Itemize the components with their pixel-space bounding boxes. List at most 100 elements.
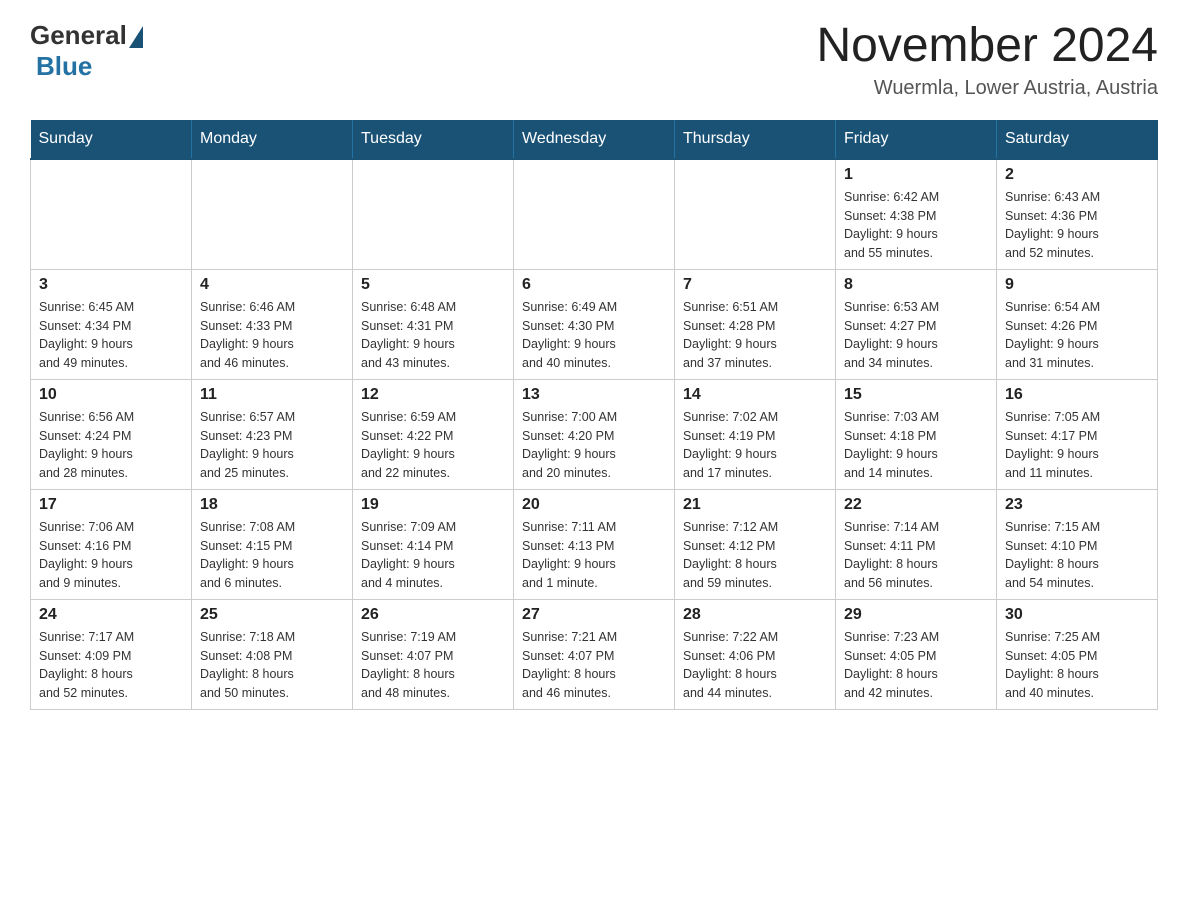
week-row-2: 3Sunrise: 6:45 AMSunset: 4:34 PMDaylight… <box>31 269 1158 379</box>
day-number: 26 <box>361 606 505 624</box>
calendar-cell <box>31 159 192 270</box>
calendar-cell: 7 Sunrise: 6:51 AMSunset: 4:28 PMDaylight… <box>675 269 836 379</box>
day-number: 3 <box>39 276 183 294</box>
day-number: 22 <box>844 496 988 514</box>
day-number: 7 <box>683 276 827 294</box>
calendar-header: SundayMondayTuesdayWednesdayThursdayFrid… <box>31 120 1158 159</box>
day-number: 23 <box>1005 496 1149 514</box>
calendar-cell: 10 Sunrise: 6:56 AMSunset: 4:24 PMDayligh… <box>31 379 192 489</box>
day-info: Sunrise: 6:59 AMSunset: 4:22 PMDaylight:… <box>361 408 505 483</box>
day-header-sunday: Sunday <box>31 120 192 159</box>
logo-general-text: General <box>30 20 127 51</box>
day-info: Sunrise: 7:00 AMSunset: 4:20 PMDaylight:… <box>522 408 666 483</box>
logo-triangle-icon <box>129 26 143 48</box>
day-number: 19 <box>361 496 505 514</box>
calendar-body: 1 Sunrise: 6:42 AMSunset: 4:38 PMDaylight… <box>31 159 1158 710</box>
day-header-tuesday: Tuesday <box>353 120 514 159</box>
day-info: Sunrise: 6:51 AMSunset: 4:28 PMDaylight:… <box>683 298 827 373</box>
calendar-cell: 21 Sunrise: 7:12 AMSunset: 4:12 PMDayligh… <box>675 489 836 599</box>
day-info: Sunrise: 7:09 AMSunset: 4:14 PMDaylight:… <box>361 518 505 593</box>
calendar-cell: 18 Sunrise: 7:08 AMSunset: 4:15 PMDayligh… <box>192 489 353 599</box>
day-number: 25 <box>200 606 344 624</box>
day-info: Sunrise: 7:12 AMSunset: 4:12 PMDaylight:… <box>683 518 827 593</box>
calendar-cell: 13 Sunrise: 7:00 AMSunset: 4:20 PMDayligh… <box>514 379 675 489</box>
day-info: Sunrise: 7:11 AMSunset: 4:13 PMDaylight:… <box>522 518 666 593</box>
calendar-cell: 23 Sunrise: 7:15 AMSunset: 4:10 PMDayligh… <box>997 489 1158 599</box>
day-number: 2 <box>1005 166 1149 184</box>
calendar-cell: 24Sunrise: 7:17 AMSunset: 4:09 PMDayligh… <box>31 599 192 709</box>
day-info: Sunrise: 6:53 AMSunset: 4:27 PMDaylight:… <box>844 298 988 373</box>
calendar-cell: 22Sunrise: 7:14 AMSunset: 4:11 PMDayligh… <box>836 489 997 599</box>
week-row-3: 10 Sunrise: 6:56 AMSunset: 4:24 PMDayligh… <box>31 379 1158 489</box>
logo-blue-text: Blue <box>36 51 92 81</box>
day-number: 12 <box>361 386 505 404</box>
day-number: 9 <box>1005 276 1149 294</box>
day-number: 11 <box>200 386 344 404</box>
calendar-cell <box>675 159 836 270</box>
days-header-row: SundayMondayTuesdayWednesdayThursdayFrid… <box>31 120 1158 159</box>
day-header-friday: Friday <box>836 120 997 159</box>
page-subtitle: Wuermla, Lower Austria, Austria <box>816 77 1158 100</box>
week-row-4: 17 Sunrise: 7:06 AMSunset: 4:16 PMDayligh… <box>31 489 1158 599</box>
calendar-table: SundayMondayTuesdayWednesdayThursdayFrid… <box>30 120 1158 710</box>
title-area: November 2024 Wuermla, Lower Austria, Au… <box>816 20 1158 100</box>
day-info: Sunrise: 7:19 AMSunset: 4:07 PMDaylight:… <box>361 628 505 703</box>
day-number: 15 <box>844 386 988 404</box>
calendar-cell: 29Sunrise: 7:23 AMSunset: 4:05 PMDayligh… <box>836 599 997 709</box>
day-number: 10 <box>39 386 183 404</box>
calendar-cell <box>192 159 353 270</box>
day-header-saturday: Saturday <box>997 120 1158 159</box>
day-info: Sunrise: 7:06 AMSunset: 4:16 PMDaylight:… <box>39 518 183 593</box>
day-number: 1 <box>844 166 988 184</box>
calendar-cell: 11Sunrise: 6:57 AMSunset: 4:23 PMDayligh… <box>192 379 353 489</box>
day-number: 8 <box>844 276 988 294</box>
calendar-cell: 8 Sunrise: 6:53 AMSunset: 4:27 PMDaylight… <box>836 269 997 379</box>
day-number: 14 <box>683 386 827 404</box>
calendar-cell: 4Sunrise: 6:46 AMSunset: 4:33 PMDaylight… <box>192 269 353 379</box>
day-header-monday: Monday <box>192 120 353 159</box>
calendar-cell: 28Sunrise: 7:22 AMSunset: 4:06 PMDayligh… <box>675 599 836 709</box>
day-number: 24 <box>39 606 183 624</box>
day-number: 27 <box>522 606 666 624</box>
day-info: Sunrise: 7:15 AMSunset: 4:10 PMDaylight:… <box>1005 518 1149 593</box>
day-number: 16 <box>1005 386 1149 404</box>
calendar-cell: 19 Sunrise: 7:09 AMSunset: 4:14 PMDayligh… <box>353 489 514 599</box>
header: General Blue November 2024 Wuermla, Lowe… <box>30 20 1158 100</box>
day-info: Sunrise: 7:23 AMSunset: 4:05 PMDaylight:… <box>844 628 988 703</box>
day-info: Sunrise: 6:49 AMSunset: 4:30 PMDaylight:… <box>522 298 666 373</box>
calendar-cell: 25Sunrise: 7:18 AMSunset: 4:08 PMDayligh… <box>192 599 353 709</box>
calendar-cell <box>353 159 514 270</box>
day-header-wednesday: Wednesday <box>514 120 675 159</box>
day-number: 13 <box>522 386 666 404</box>
calendar-cell: 27 Sunrise: 7:21 AMSunset: 4:07 PMDayligh… <box>514 599 675 709</box>
calendar-cell <box>514 159 675 270</box>
calendar-cell: 1 Sunrise: 6:42 AMSunset: 4:38 PMDaylight… <box>836 159 997 270</box>
calendar-cell: 17 Sunrise: 7:06 AMSunset: 4:16 PMDayligh… <box>31 489 192 599</box>
day-number: 6 <box>522 276 666 294</box>
day-info: Sunrise: 7:08 AMSunset: 4:15 PMDaylight:… <box>200 518 344 593</box>
day-info: Sunrise: 6:56 AMSunset: 4:24 PMDaylight:… <box>39 408 183 483</box>
calendar-cell: 3Sunrise: 6:45 AMSunset: 4:34 PMDaylight… <box>31 269 192 379</box>
day-info: Sunrise: 6:42 AMSunset: 4:38 PMDaylight:… <box>844 188 988 263</box>
day-info: Sunrise: 7:03 AMSunset: 4:18 PMDaylight:… <box>844 408 988 483</box>
calendar-cell: 14 Sunrise: 7:02 AMSunset: 4:19 PMDayligh… <box>675 379 836 489</box>
calendar-cell: 6 Sunrise: 6:49 AMSunset: 4:30 PMDaylight… <box>514 269 675 379</box>
day-number: 21 <box>683 496 827 514</box>
day-info: Sunrise: 7:21 AMSunset: 4:07 PMDaylight:… <box>522 628 666 703</box>
calendar-cell: 20Sunrise: 7:11 AMSunset: 4:13 PMDayligh… <box>514 489 675 599</box>
day-number: 30 <box>1005 606 1149 624</box>
day-info: Sunrise: 7:25 AMSunset: 4:05 PMDaylight:… <box>1005 628 1149 703</box>
day-info: Sunrise: 7:05 AMSunset: 4:17 PMDaylight:… <box>1005 408 1149 483</box>
calendar-cell: 15 Sunrise: 7:03 AMSunset: 4:18 PMDayligh… <box>836 379 997 489</box>
day-number: 28 <box>683 606 827 624</box>
logo: General Blue <box>30 20 143 82</box>
calendar-cell: 2Sunrise: 6:43 AMSunset: 4:36 PMDaylight… <box>997 159 1158 270</box>
day-number: 17 <box>39 496 183 514</box>
week-row-5: 24Sunrise: 7:17 AMSunset: 4:09 PMDayligh… <box>31 599 1158 709</box>
day-info: Sunrise: 6:46 AMSunset: 4:33 PMDaylight:… <box>200 298 344 373</box>
day-number: 18 <box>200 496 344 514</box>
day-info: Sunrise: 7:02 AMSunset: 4:19 PMDaylight:… <box>683 408 827 483</box>
day-number: 5 <box>361 276 505 294</box>
week-row-1: 1 Sunrise: 6:42 AMSunset: 4:38 PMDaylight… <box>31 159 1158 270</box>
calendar-cell: 26 Sunrise: 7:19 AMSunset: 4:07 PMDayligh… <box>353 599 514 709</box>
